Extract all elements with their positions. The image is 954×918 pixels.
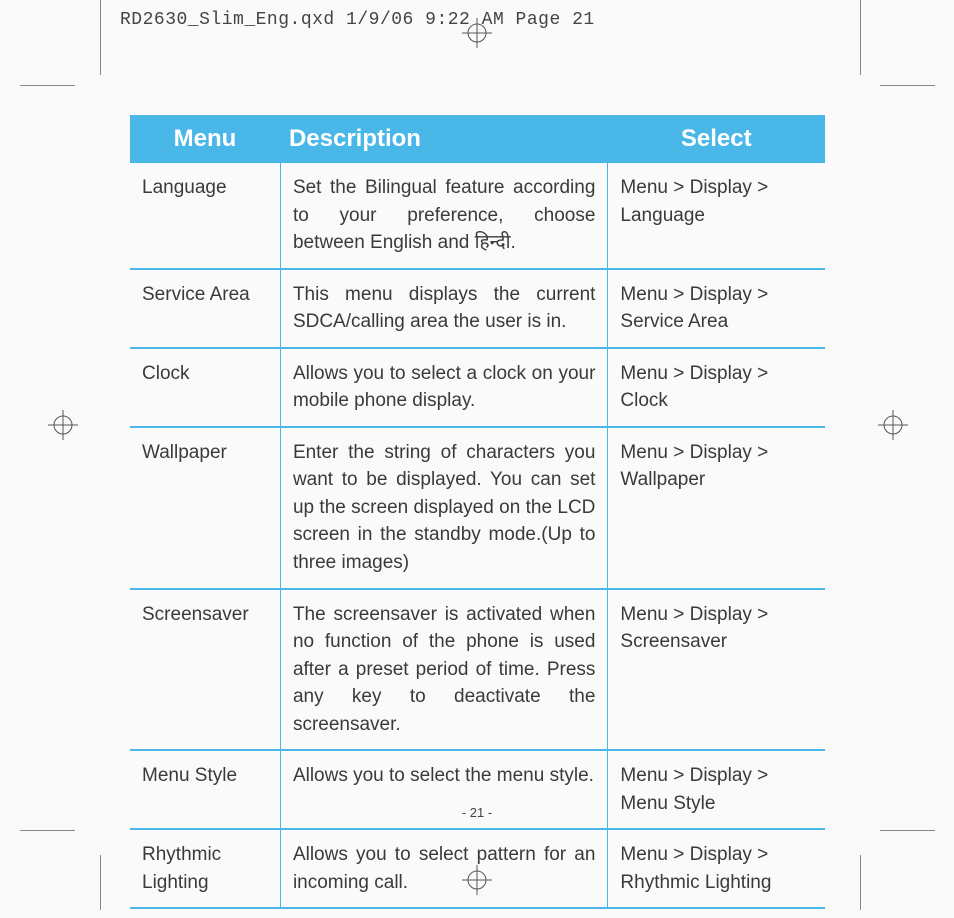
cell-select: Menu > Display > Screensaver [608, 589, 825, 751]
table-row: Rhythmic Lighting Allows you to select p… [130, 829, 825, 908]
cell-select: Menu > Display > Clock [608, 348, 825, 427]
table-row: Clock Allows you to select a clock on yo… [130, 348, 825, 427]
crop-mark [880, 85, 935, 86]
cell-desc: Allows you to select pattern for an inco… [280, 829, 607, 908]
col-header-select: Select [608, 115, 825, 163]
print-header: RD2630_Slim_Eng.qxd 1/9/06 9:22 AM Page … [120, 10, 595, 30]
col-header-menu: Menu [130, 115, 280, 163]
crop-mark [100, 0, 101, 75]
crop-mark [20, 85, 75, 86]
cell-menu: Service Area [130, 269, 280, 348]
cell-menu: Rhythmic Lighting [130, 829, 280, 908]
table-row: Screensaver The screensaver is activated… [130, 589, 825, 751]
cell-menu: Language [130, 163, 280, 269]
page-number: - 21 - [0, 805, 954, 820]
display-menu-table: Menu Description Select Language Set the… [130, 115, 825, 909]
cell-desc: Allows you to select a clock on your mob… [280, 348, 607, 427]
crop-mark [100, 855, 101, 910]
cell-desc: This menu displays the current SDCA/call… [280, 269, 607, 348]
crop-mark [20, 830, 75, 831]
cell-desc: The screensaver is activated when no fun… [280, 589, 607, 751]
cell-select: Menu > Display > Rhythmic Lighting [608, 829, 825, 908]
table-row: Service Area This menu displays the curr… [130, 269, 825, 348]
crop-mark [860, 0, 861, 75]
cell-menu: Wallpaper [130, 427, 280, 589]
cell-menu: Clock [130, 348, 280, 427]
crop-mark [880, 830, 935, 831]
registration-mark-icon [878, 410, 908, 440]
table-row: Language Set the Bilingual feature accor… [130, 163, 825, 269]
cell-desc: Set the Bilingual feature according to y… [280, 163, 607, 269]
cell-menu: Screensaver [130, 589, 280, 751]
cell-desc: Enter the string of characters you want … [280, 427, 607, 589]
cell-select: Menu > Display > Wallpaper [608, 427, 825, 589]
cell-select: Menu > Display > Service Area [608, 269, 825, 348]
col-header-desc: Description [280, 115, 607, 163]
cell-select: Menu > Display > Language [608, 163, 825, 269]
table-row: Wallpaper Enter the string of characters… [130, 427, 825, 589]
crop-mark [860, 855, 861, 910]
registration-mark-icon [48, 410, 78, 440]
registration-mark-icon [462, 18, 492, 48]
